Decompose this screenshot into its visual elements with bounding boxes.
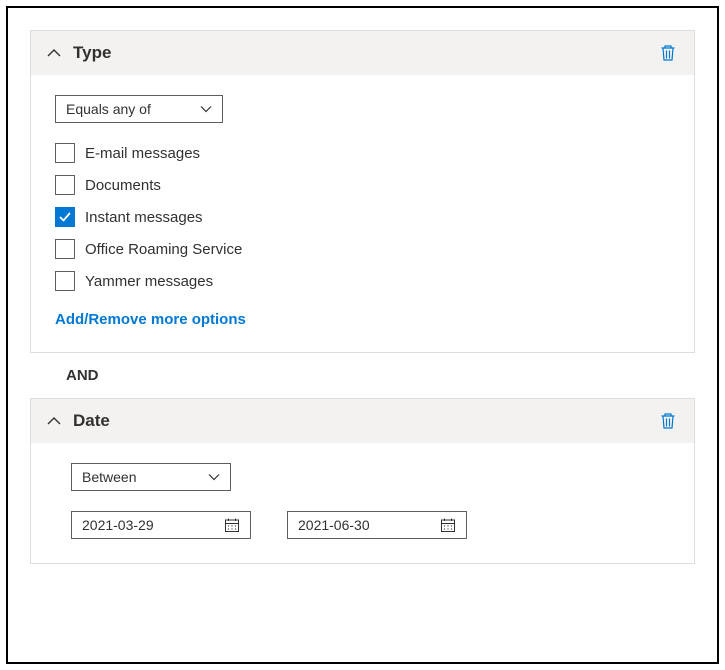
checkbox-yammer-messages[interactable]: Yammer messages <box>55 271 670 291</box>
condition-operator: AND <box>66 367 695 384</box>
date-card-header[interactable]: Date <box>31 399 694 443</box>
chevron-down-icon <box>208 471 220 483</box>
date-operator-select[interactable]: Between <box>71 463 231 491</box>
checkbox-instant-messages[interactable]: Instant messages <box>55 207 670 227</box>
chevron-up-icon <box>47 46 61 60</box>
checkbox-office-roaming-service[interactable]: Office Roaming Service <box>55 239 670 259</box>
checkbox-box <box>55 271 75 291</box>
chevron-up-icon <box>47 414 61 428</box>
delete-type-filter-button[interactable] <box>658 43 678 63</box>
date-filter-card: Date Between 2021-03-29 202 <box>30 398 695 564</box>
type-filter-card: Type Equals any of E-mail messages Docum… <box>30 30 695 353</box>
chevron-down-icon <box>200 103 212 115</box>
checkbox-documents[interactable]: Documents <box>55 175 670 195</box>
checkbox-label: Documents <box>85 177 161 194</box>
checkbox-label: Instant messages <box>85 209 203 226</box>
checkbox-email-messages[interactable]: E-mail messages <box>55 143 670 163</box>
add-remove-more-options-link[interactable]: Add/Remove more options <box>55 311 246 328</box>
check-icon <box>58 210 72 224</box>
type-card-title: Type <box>73 43 646 63</box>
trash-icon <box>660 412 676 430</box>
checkbox-label: E-mail messages <box>85 145 200 162</box>
date-card-title: Date <box>73 411 646 431</box>
end-date-input[interactable]: 2021-06-30 <box>287 511 467 539</box>
checkbox-label: Yammer messages <box>85 273 213 290</box>
checkbox-label: Office Roaming Service <box>85 241 242 258</box>
type-operator-select[interactable]: Equals any of <box>55 95 223 123</box>
calendar-icon <box>224 517 240 533</box>
checkbox-box <box>55 239 75 259</box>
checkbox-box <box>55 207 75 227</box>
start-date-input[interactable]: 2021-03-29 <box>71 511 251 539</box>
checkbox-box <box>55 143 75 163</box>
end-date-value: 2021-06-30 <box>298 517 370 533</box>
trash-icon <box>660 44 676 62</box>
delete-date-filter-button[interactable] <box>658 411 678 431</box>
date-operator-value: Between <box>82 469 136 485</box>
type-card-header[interactable]: Type <box>31 31 694 75</box>
start-date-value: 2021-03-29 <box>82 517 154 533</box>
type-operator-value: Equals any of <box>66 101 151 117</box>
calendar-icon <box>440 517 456 533</box>
checkbox-box <box>55 175 75 195</box>
